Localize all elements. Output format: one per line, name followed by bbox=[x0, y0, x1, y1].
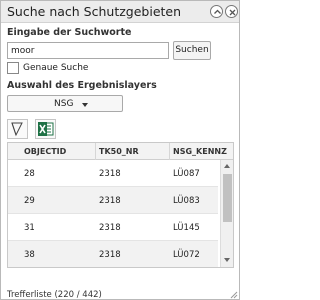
table-cell: 2318 bbox=[99, 169, 121, 179]
results-grid: OBJECTID TK50_NR NSG_KENNZ 28 2318 LÜ087… bbox=[7, 142, 234, 268]
scroll-down-icon[interactable] bbox=[224, 258, 230, 262]
resize-grip-icon[interactable] bbox=[230, 291, 238, 299]
window-title: Suche nach Schutzgebieten bbox=[7, 4, 182, 19]
scrollbar-thumb[interactable] bbox=[223, 174, 232, 222]
table-row[interactable]: 31 2318 LÜ145 bbox=[8, 214, 218, 241]
excel-export-icon bbox=[38, 122, 54, 136]
table-row[interactable]: 38 2318 LÜ072 bbox=[8, 241, 218, 267]
table-cell: LÜ083 bbox=[173, 196, 200, 206]
search-button[interactable]: Suchen bbox=[173, 41, 211, 60]
column-divider bbox=[95, 143, 96, 160]
table-row[interactable]: 29 2318 LÜ083 bbox=[8, 187, 218, 214]
column-header[interactable]: NSG_KENNZ bbox=[173, 147, 227, 156]
search-panel: Suche nach Schutzgebieten Eingabe der Su… bbox=[0, 0, 240, 300]
table-cell: 38 bbox=[24, 250, 35, 260]
scroll-up-icon[interactable] bbox=[224, 164, 230, 168]
table-cell: LÜ145 bbox=[173, 223, 200, 233]
draw-selection-button[interactable] bbox=[7, 119, 28, 139]
table-cell: 2318 bbox=[99, 223, 121, 233]
column-header[interactable]: TK50_NR bbox=[99, 147, 139, 156]
result-layer-value: NSG bbox=[54, 99, 74, 109]
search-section-label: Eingabe der Suchworte bbox=[7, 27, 132, 38]
result-layer-select[interactable]: NSG bbox=[7, 95, 123, 112]
exact-search-checkbox[interactable] bbox=[7, 62, 19, 74]
table-cell: LÜ072 bbox=[173, 250, 200, 260]
excel-export-button[interactable] bbox=[35, 119, 56, 139]
table-cell: 2318 bbox=[99, 250, 121, 260]
table-cell: LÜ087 bbox=[173, 169, 200, 179]
table-cell: 2318 bbox=[99, 196, 121, 206]
table-cell: 31 bbox=[24, 223, 35, 233]
search-input[interactable] bbox=[7, 42, 169, 59]
result-count-status: Trefferliste (220 / 442) bbox=[7, 290, 102, 300]
table-cell: 28 bbox=[24, 169, 35, 179]
close-icon[interactable] bbox=[225, 5, 238, 18]
draw-polygon-icon bbox=[11, 122, 23, 137]
vertical-scrollbar[interactable] bbox=[220, 160, 233, 267]
titlebar[interactable]: Suche nach Schutzgebieten bbox=[1, 1, 239, 23]
table-row[interactable]: 28 2318 LÜ087 bbox=[8, 160, 218, 187]
caret-down-icon bbox=[82, 103, 88, 107]
grid-header: OBJECTID TK50_NR NSG_KENNZ bbox=[8, 143, 233, 160]
table-cell: 29 bbox=[24, 196, 35, 206]
exact-search-label: Genaue Suche bbox=[23, 63, 89, 73]
column-header[interactable]: OBJECTID bbox=[24, 147, 66, 156]
chevron-up-icon[interactable] bbox=[210, 5, 223, 18]
layer-section-label: Auswahl des Ergebnislayers bbox=[7, 80, 157, 91]
column-divider bbox=[169, 143, 170, 160]
